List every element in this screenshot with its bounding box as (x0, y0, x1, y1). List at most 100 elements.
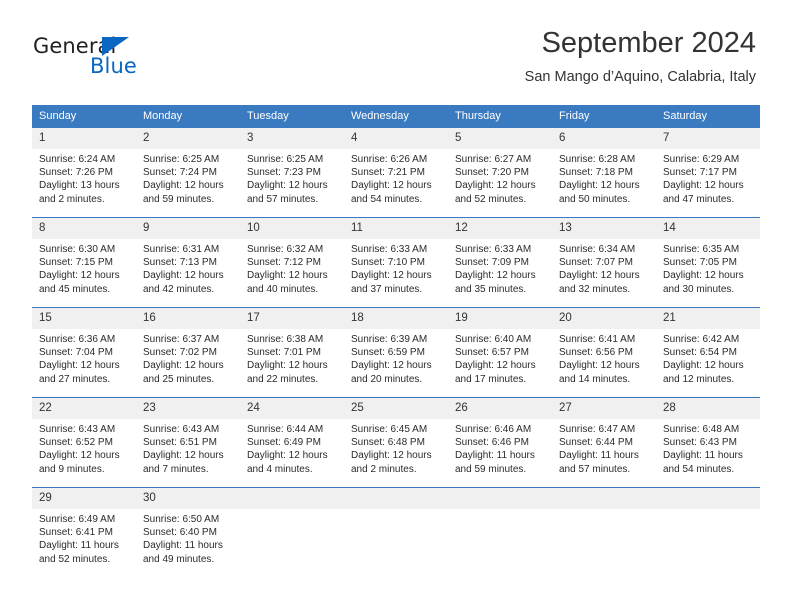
calendar-day-cell[interactable]: 7 Sunrise: 6:29 AM Sunset: 7:17 PM Daylight… (656, 127, 760, 218)
day-sun-info: Sunrise: 6:25 AM Sunset: 7:23 PM Daylight:… (240, 149, 344, 206)
day-number: 19 (448, 308, 552, 329)
logo-text-blue: Blue (90, 54, 137, 78)
calendar-day-cell[interactable]: 22 Sunrise: 6:43 AM Sunset: 6:52 PM Dayligh… (32, 397, 136, 488)
calendar-day-cell[interactable]: 18 Sunrise: 6:39 AM Sunset: 6:59 PM Dayligh… (344, 307, 448, 398)
sunrise-text: Sunrise: 6:31 AM (143, 244, 220, 255)
sunrise-text: Sunrise: 6:40 AM (455, 334, 532, 345)
calendar-day-cell[interactable]: 3 Sunrise: 6:25 AM Sunset: 7:23 PM Daylight… (240, 127, 344, 218)
day-number (240, 488, 344, 509)
sunrise-text: Sunrise: 6:25 AM (143, 154, 220, 165)
calendar-day-cell[interactable]: 13 Sunrise: 6:34 AM Sunset: 7:07 PM Dayligh… (552, 217, 656, 308)
calendar-day-cell[interactable]: 27 Sunrise: 6:47 AM Sunset: 6:44 PM Dayligh… (552, 397, 656, 488)
calendar-day-cell[interactable]: 24 Sunrise: 6:44 AM Sunset: 6:49 PM Dayligh… (240, 397, 344, 488)
calendar-day-cell[interactable]: 6 Sunrise: 6:28 AM Sunset: 7:18 PM Daylight… (552, 127, 656, 218)
calendar-day-cell[interactable]: 10 Sunrise: 6:32 AM Sunset: 7:12 PM Dayligh… (240, 217, 344, 308)
calendar-day-cell[interactable]: 4 Sunrise: 6:26 AM Sunset: 7:21 PM Daylight… (344, 127, 448, 218)
day-cell: 19 Sunrise: 6:40 AM Sunset: 6:57 PM Dayligh… (448, 308, 552, 397)
day-sun-info: Sunrise: 6:39 AM Sunset: 6:59 PM Daylight:… (344, 329, 448, 386)
calendar-day-cell[interactable]: 30 Sunrise: 6:50 AM Sunset: 6:40 PM Dayligh… (136, 487, 240, 577)
daylight-text-line1: Daylight: 12 hours (143, 180, 224, 192)
calendar-day-cell[interactable] (344, 487, 448, 577)
day-number: 23 (136, 398, 240, 419)
daylight-text-line2: and 40 minutes. (247, 283, 319, 295)
daylight-text-line1: Daylight: 12 hours (143, 270, 224, 282)
sunrise-text: Sunrise: 6:43 AM (39, 424, 116, 435)
day-number: 13 (552, 218, 656, 239)
daylight-text-line1: Daylight: 12 hours (39, 450, 120, 462)
calendar-day-cell[interactable]: 15 Sunrise: 6:36 AM Sunset: 7:04 PM Dayligh… (32, 307, 136, 398)
calendar-day-cell[interactable] (240, 487, 344, 577)
sunset-text: Sunset: 6:46 PM (455, 437, 529, 449)
calendar-day-cell[interactable]: 14 Sunrise: 6:35 AM Sunset: 7:05 PM Dayligh… (656, 217, 760, 308)
day-cell-empty (240, 488, 344, 577)
weekday-header-sunday: Sunday (32, 105, 136, 128)
sunrise-text: Sunrise: 6:37 AM (143, 334, 220, 345)
day-sun-info: Sunrise: 6:30 AM Sunset: 7:15 PM Daylight:… (32, 239, 136, 296)
daylight-text-line2: and 49 minutes. (143, 553, 215, 565)
daylight-text-line2: and 45 minutes. (39, 283, 111, 295)
calendar-day-cell[interactable]: 21 Sunrise: 6:42 AM Sunset: 6:54 PM Dayligh… (656, 307, 760, 398)
daylight-text-line1: Daylight: 12 hours (143, 360, 224, 372)
calendar-day-cell[interactable] (552, 487, 656, 577)
calendar-day-cell[interactable]: 19 Sunrise: 6:40 AM Sunset: 6:57 PM Dayligh… (448, 307, 552, 398)
day-cell: 17 Sunrise: 6:38 AM Sunset: 7:01 PM Dayligh… (240, 308, 344, 397)
day-cell: 8 Sunrise: 6:30 AM Sunset: 7:15 PM Daylight… (32, 218, 136, 307)
calendar-day-cell[interactable]: 8 Sunrise: 6:30 AM Sunset: 7:15 PM Daylight… (32, 217, 136, 308)
calendar-day-cell[interactable]: 2 Sunrise: 6:25 AM Sunset: 7:24 PM Daylight… (136, 127, 240, 218)
daylight-text-line2: and 20 minutes. (351, 373, 423, 385)
calendar-day-cell[interactable]: 25 Sunrise: 6:45 AM Sunset: 6:48 PM Dayligh… (344, 397, 448, 488)
day-sun-info: Sunrise: 6:38 AM Sunset: 7:01 PM Daylight:… (240, 329, 344, 386)
day-sun-info: Sunrise: 6:48 AM Sunset: 6:43 PM Daylight:… (656, 419, 760, 476)
calendar-day-cell[interactable]: 12 Sunrise: 6:33 AM Sunset: 7:09 PM Dayligh… (448, 217, 552, 308)
day-number: 7 (656, 128, 760, 149)
day-number: 24 (240, 398, 344, 419)
sunset-text: Sunset: 7:02 PM (143, 347, 217, 359)
day-number: 27 (552, 398, 656, 419)
calendar-day-cell[interactable]: 29 Sunrise: 6:49 AM Sunset: 6:41 PM Dayligh… (32, 487, 136, 577)
day-sun-info: Sunrise: 6:40 AM Sunset: 6:57 PM Daylight:… (448, 329, 552, 386)
day-cell: 30 Sunrise: 6:50 AM Sunset: 6:40 PM Dayligh… (136, 488, 240, 577)
calendar-day-cell[interactable]: 20 Sunrise: 6:41 AM Sunset: 6:56 PM Dayligh… (552, 307, 656, 398)
sunrise-text: Sunrise: 6:41 AM (559, 334, 636, 345)
sunset-text: Sunset: 7:26 PM (39, 167, 113, 179)
daylight-text-line2: and 30 minutes. (663, 283, 735, 295)
day-sun-info: Sunrise: 6:45 AM Sunset: 6:48 PM Daylight:… (344, 419, 448, 476)
day-number: 18 (344, 308, 448, 329)
day-cell: 15 Sunrise: 6:36 AM Sunset: 7:04 PM Dayligh… (32, 308, 136, 397)
calendar-day-cell[interactable]: 17 Sunrise: 6:38 AM Sunset: 7:01 PM Dayligh… (240, 307, 344, 398)
calendar-day-cell[interactable]: 9 Sunrise: 6:31 AM Sunset: 7:13 PM Daylight… (136, 217, 240, 308)
daylight-text-line1: Daylight: 11 hours (559, 450, 639, 462)
calendar-day-cell[interactable] (656, 487, 760, 577)
sunrise-text: Sunrise: 6:24 AM (39, 154, 116, 165)
day-number (656, 488, 760, 509)
sunset-text: Sunset: 7:17 PM (663, 167, 737, 179)
sunrise-text: Sunrise: 6:35 AM (663, 244, 740, 255)
sunrise-text: Sunrise: 6:32 AM (247, 244, 324, 255)
daylight-text-line2: and 47 minutes. (663, 193, 735, 205)
sunrise-text: Sunrise: 6:48 AM (663, 424, 740, 435)
calendar-day-cell[interactable]: 1 Sunrise: 6:24 AM Sunset: 7:26 PM Daylight… (32, 127, 136, 218)
sunset-text: Sunset: 7:24 PM (143, 167, 217, 179)
calendar-day-cell[interactable]: 23 Sunrise: 6:43 AM Sunset: 6:51 PM Dayligh… (136, 397, 240, 488)
day-sun-info: Sunrise: 6:35 AM Sunset: 7:05 PM Daylight:… (656, 239, 760, 296)
calendar-day-cell[interactable]: 16 Sunrise: 6:37 AM Sunset: 7:02 PM Dayligh… (136, 307, 240, 398)
day-sun-info: Sunrise: 6:33 AM Sunset: 7:09 PM Daylight:… (448, 239, 552, 296)
calendar-day-cell[interactable]: 5 Sunrise: 6:27 AM Sunset: 7:20 PM Daylight… (448, 127, 552, 218)
calendar-week-row: 15 Sunrise: 6:36 AM Sunset: 7:04 PM Dayligh… (32, 307, 760, 398)
calendar-day-cell[interactable] (448, 487, 552, 577)
sunset-text: Sunset: 6:52 PM (39, 437, 113, 449)
calendar-day-cell[interactable]: 26 Sunrise: 6:46 AM Sunset: 6:46 PM Dayligh… (448, 397, 552, 488)
day-cell: 21 Sunrise: 6:42 AM Sunset: 6:54 PM Dayligh… (656, 308, 760, 397)
day-cell: 11 Sunrise: 6:33 AM Sunset: 7:10 PM Dayligh… (344, 218, 448, 307)
day-number: 5 (448, 128, 552, 149)
day-sun-info: Sunrise: 6:36 AM Sunset: 7:04 PM Daylight:… (32, 329, 136, 386)
day-number: 29 (32, 488, 136, 509)
sunrise-text: Sunrise: 6:36 AM (39, 334, 116, 345)
weekday-header-monday: Monday (136, 105, 240, 128)
day-sun-info: Sunrise: 6:32 AM Sunset: 7:12 PM Daylight:… (240, 239, 344, 296)
day-cell: 24 Sunrise: 6:44 AM Sunset: 6:49 PM Dayligh… (240, 398, 344, 487)
calendar-day-cell[interactable]: 28 Sunrise: 6:48 AM Sunset: 6:43 PM Dayligh… (656, 397, 760, 488)
page-header: General Blue September 2024 San Mango d’… (0, 0, 792, 96)
calendar-day-cell[interactable]: 11 Sunrise: 6:33 AM Sunset: 7:10 PM Dayligh… (344, 217, 448, 308)
day-cell-empty (552, 488, 656, 577)
